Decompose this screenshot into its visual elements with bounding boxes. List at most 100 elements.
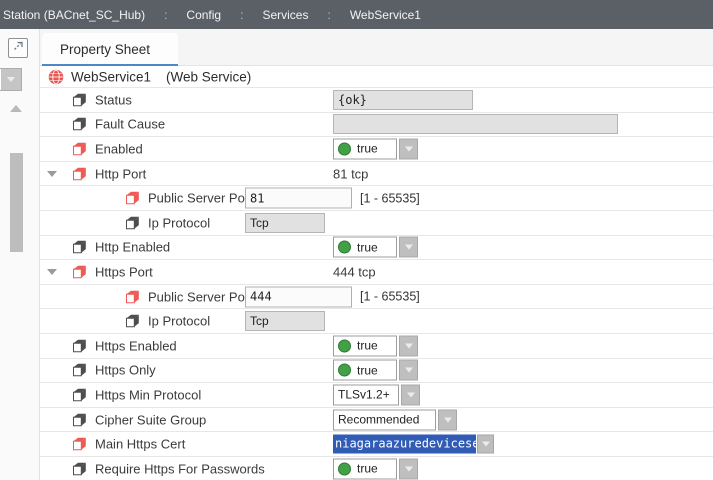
breadcrumb-item-services[interactable]: Services: [262, 8, 308, 22]
property-value: Tcp: [245, 213, 325, 233]
tab-property-sheet[interactable]: Property Sheet: [42, 33, 178, 66]
breadcrumb-item-station[interactable]: Station (BACnet_SC_Hub): [3, 8, 145, 22]
chevron-down-icon[interactable]: [399, 458, 418, 479]
property-value: 444 tcp: [333, 264, 376, 279]
open-in-new-icon: [11, 39, 25, 58]
chevron-down-icon[interactable]: [401, 384, 420, 405]
dropdown-field[interactable]: Recommended: [333, 409, 436, 430]
dropdown-field[interactable]: true: [333, 360, 397, 381]
dropdown-value: true: [357, 339, 378, 353]
property-label: Enabled: [95, 141, 143, 156]
value-range-hint: [1 - 65535]: [360, 191, 420, 205]
property-value: true: [333, 335, 418, 356]
gray-cube-icon: [72, 117, 87, 132]
red-cube-icon: [72, 264, 87, 279]
dropdown-field[interactable]: TLSv1.2+: [333, 384, 399, 405]
property-rows: Status {ok} Fault Cause Enabled true Http …: [40, 88, 713, 480]
dropdown-field[interactable]: true: [333, 335, 397, 356]
gray-cube-icon: [72, 338, 87, 353]
chevron-down-icon[interactable]: [399, 138, 418, 159]
gray-cube-icon: [72, 363, 87, 378]
dropdown-value: true: [357, 363, 378, 377]
property-value: niagaraazuredeviceser: [333, 435, 494, 454]
property-row-fault-cause: Fault Cause: [40, 113, 713, 138]
left-sidebar: [0, 29, 40, 480]
readonly-value-field: [333, 114, 618, 134]
value-input[interactable]: [245, 286, 352, 307]
component-type: (Web Service): [166, 69, 251, 84]
property-label: Http Enabled: [95, 240, 170, 255]
expander-collapse-icon[interactable]: [47, 171, 57, 177]
property-sheet-panel: Property Sheet WebService1 (Web Service): [40, 29, 713, 480]
property-row-ip-protocol: Ip ProtocolTcp: [40, 211, 713, 236]
breadcrumb: Station (BACnet_SC_Hub) : Config : Servi…: [0, 0, 713, 29]
property-value: Tcp: [245, 311, 325, 331]
gray-cube-icon: [72, 240, 87, 255]
gray-cube-icon: [72, 92, 87, 107]
open-in-new-button[interactable]: [8, 38, 28, 58]
dropdown-field[interactable]: true: [333, 138, 397, 159]
cert-combo-input-selected[interactable]: niagaraazuredeviceser: [333, 435, 476, 454]
property-row-https-min-protocol: Https Min Protocol TLSv1.2+: [40, 383, 713, 408]
web-service-globe-icon: [48, 69, 64, 85]
chevron-down-icon[interactable]: [438, 409, 457, 430]
gray-cube-icon: [125, 314, 140, 329]
dropdown-field[interactable]: true: [333, 237, 397, 258]
property-value: [333, 114, 618, 134]
red-cube-icon: [72, 141, 87, 156]
property-row-cipher-suite-group: Cipher Suite GroupRecommended: [40, 408, 713, 433]
chevron-down-icon[interactable]: [477, 435, 494, 454]
green-status-icon: [338, 339, 351, 352]
property-value: true: [333, 138, 418, 159]
property-row-https-port: Https Port 444 tcp: [40, 260, 713, 285]
red-cube-icon: [72, 437, 87, 452]
property-sheet-content: WebService1 (Web Service) Status {ok} Fau…: [40, 66, 713, 480]
property-value: true: [333, 360, 418, 381]
dropdown-field[interactable]: true: [333, 458, 397, 479]
chevron-down-icon: [1, 69, 21, 90]
property-row-public-server-port: Public Server Port[1 - 65535]: [40, 285, 713, 310]
property-label: Main Https Cert: [95, 437, 185, 452]
chevron-down-icon[interactable]: [399, 237, 418, 258]
property-value: {ok}: [333, 90, 473, 110]
expander-collapse-icon[interactable]: [47, 269, 57, 275]
property-row-https-enabled: Https Enabledtrue: [40, 334, 713, 359]
property-value: Recommended: [333, 409, 457, 430]
property-label: Https Port: [95, 264, 153, 279]
breadcrumb-separator: :: [327, 8, 330, 22]
scrollbar-thumb[interactable]: [10, 153, 23, 252]
dropdown-value: true: [357, 240, 378, 254]
property-value: true: [333, 237, 418, 258]
property-label: Require Https For Passwords: [95, 461, 265, 476]
property-value: [1 - 65535]: [245, 286, 420, 307]
green-status-icon: [338, 142, 351, 155]
chevron-down-icon[interactable]: [399, 360, 418, 381]
readonly-value-field: Tcp: [245, 311, 325, 331]
breadcrumb-separator: :: [164, 8, 167, 22]
green-status-icon: [338, 462, 351, 475]
tab-bar: Property Sheet: [40, 29, 713, 66]
property-label: Https Min Protocol: [95, 387, 201, 402]
gray-cube-icon: [72, 387, 87, 402]
property-row-enabled: Enabled true: [40, 137, 713, 162]
component-header-row[interactable]: WebService1 (Web Service): [40, 66, 713, 88]
chevron-down-icon[interactable]: [399, 335, 418, 356]
breadcrumb-item-webservice1[interactable]: WebService1: [350, 8, 421, 22]
property-row-http-enabled: Http Enabled true: [40, 236, 713, 261]
scroll-up-icon[interactable]: [10, 105, 22, 112]
property-row-main-https-cert: Main Https Cert niagaraazuredeviceser: [40, 432, 713, 457]
summary-value-text: 81 tcp: [333, 166, 368, 181]
property-label: Status: [95, 92, 132, 107]
red-cube-icon: [125, 289, 140, 304]
readonly-value-field: {ok}: [333, 90, 473, 110]
property-value: [1 - 65535]: [245, 188, 420, 209]
summary-value-text: 444 tcp: [333, 264, 376, 279]
dropdown-value: true: [357, 462, 378, 476]
property-label: Http Port: [95, 166, 146, 181]
property-label: Public Server Port: [148, 191, 253, 206]
property-label: Public Server Port: [148, 289, 253, 304]
sidebar-dropdown[interactable]: [0, 68, 22, 91]
value-input[interactable]: [245, 188, 352, 209]
property-label: Https Only: [95, 363, 156, 378]
breadcrumb-item-config[interactable]: Config: [186, 8, 221, 22]
